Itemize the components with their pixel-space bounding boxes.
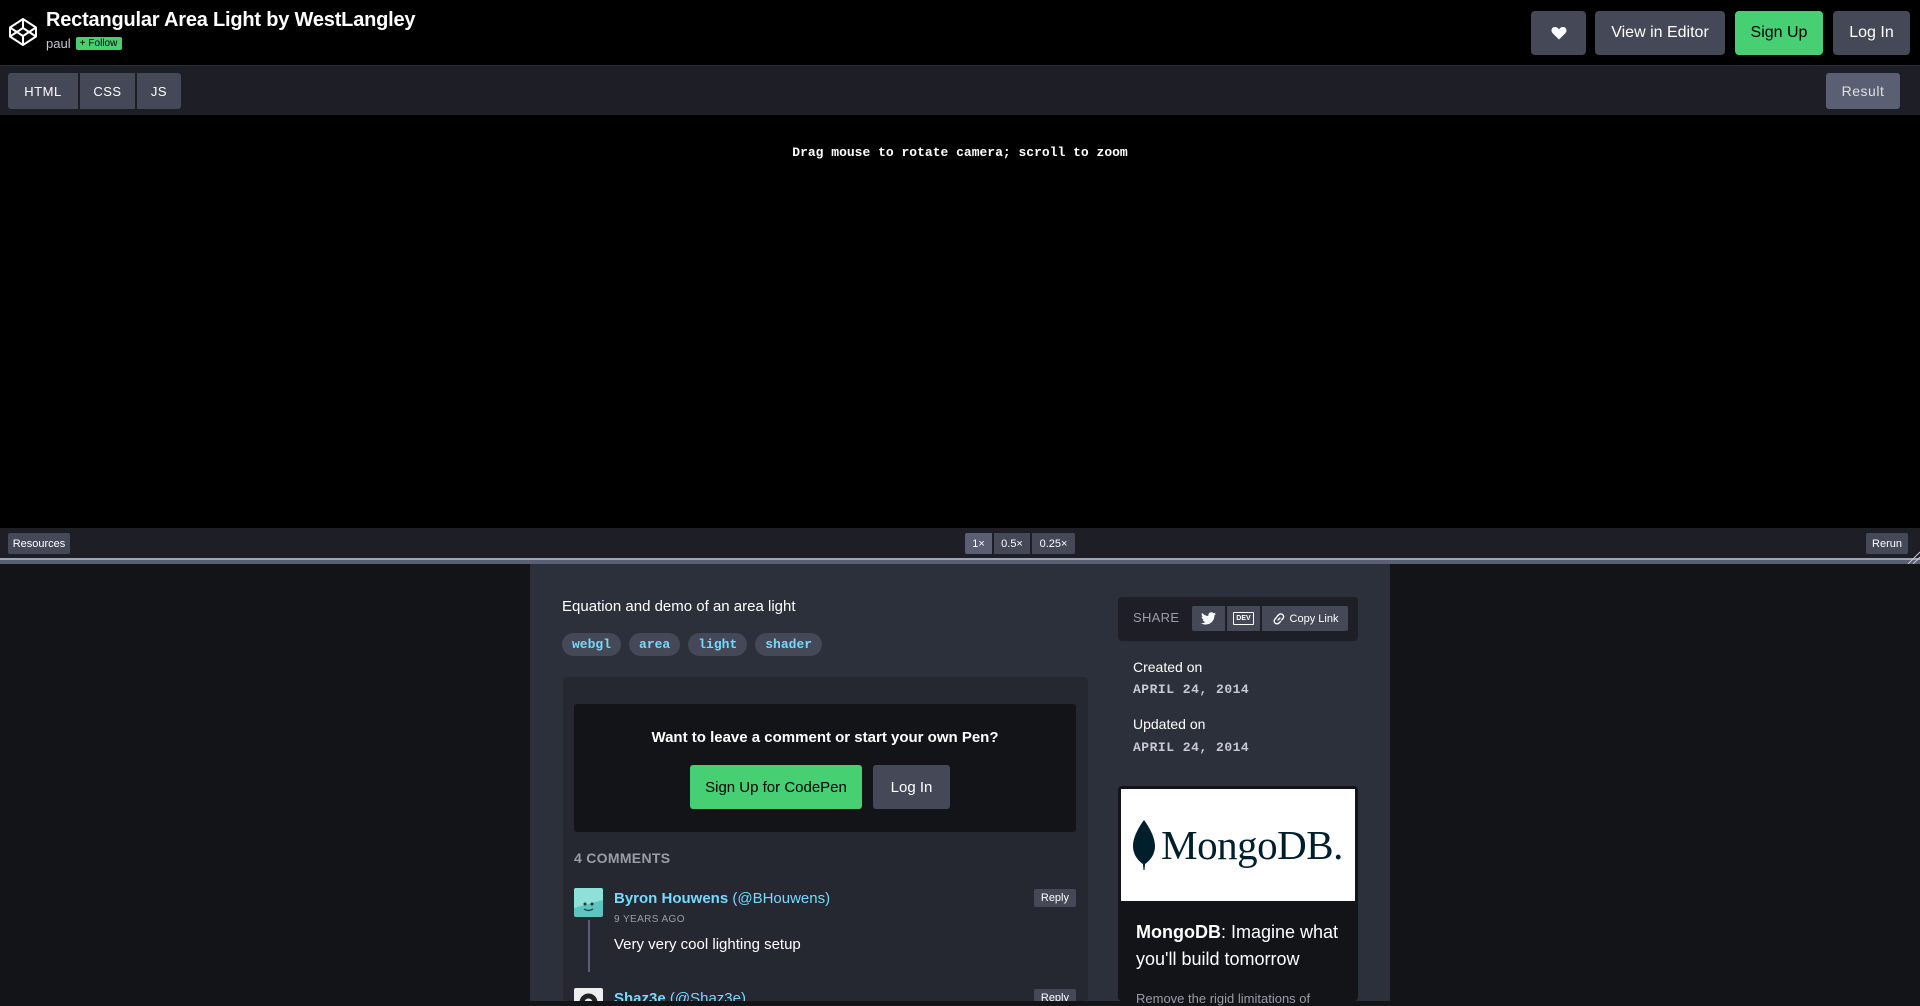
ad-image: MongoDB. [1121, 789, 1355, 901]
tab-result[interactable]: Result [1826, 73, 1900, 109]
comment-author-handle: (@Shaz3e) [669, 990, 746, 1001]
tab-js[interactable]: JS [137, 73, 181, 109]
created-label: Created on [1133, 659, 1203, 675]
reply-button[interactable]: Reply [1033, 889, 1076, 907]
copy-link-label: Copy Link [1289, 612, 1339, 625]
sign-up-button[interactable]: Sign Up [1735, 11, 1823, 55]
mongodb-leaf-icon [1133, 820, 1156, 870]
tag-webgl[interactable]: webgl [562, 633, 622, 656]
ad-title: MongoDB: Imagine what you'll build tomor… [1136, 919, 1346, 973]
created-date: APRIL 24, 2014 [1133, 682, 1250, 697]
follow-label: Follow [88, 38, 118, 49]
zoom-0-25x-button[interactable]: 0.25× [1032, 533, 1075, 554]
comment-item: Shaz3e (@Shaz3e) Reply [574, 988, 1076, 1001]
avatar[interactable] [574, 988, 603, 1001]
reply-button[interactable]: Reply [1033, 989, 1076, 1001]
zoom-0-5x-button[interactable]: 0.5× [994, 533, 1030, 554]
log-in-button[interactable]: Log In [1833, 11, 1910, 55]
comment-item: Byron Houwens (@BHouwens) 9 YEARS AGO Re… [574, 888, 1076, 978]
tag-light[interactable]: light [688, 633, 748, 656]
cta-sign-up-button[interactable]: Sign Up for CodePen [690, 765, 862, 809]
zoom-1x-button[interactable]: 1× [965, 533, 992, 554]
tab-html[interactable]: HTML [8, 73, 78, 109]
share-bar: SHARE DEV Copy Link [1118, 597, 1358, 641]
comment-author-name: Byron Houwens [614, 890, 729, 907]
cta-log-in-button[interactable]: Log In [873, 765, 950, 809]
ad-brand: MongoDB. [1161, 822, 1343, 868]
resize-handle-icon[interactable] [1904, 548, 1920, 564]
sponsor-ad[interactable]: MongoDB. MongoDB: Imagine what you'll bu… [1118, 786, 1358, 1006]
follow-button[interactable]: + Follow [75, 37, 123, 50]
comment-author-handle: (@BHouwens) [732, 890, 831, 907]
comment-author-name: Shaz3e [614, 990, 666, 1001]
dev-share-button[interactable]: DEV [1227, 606, 1260, 631]
result-preview[interactable]: Drag mouse to rotate camera; scroll to z… [0, 115, 1920, 528]
heart-icon [1550, 27, 1567, 40]
view-in-editor-button[interactable]: View in Editor [1595, 11, 1725, 55]
dev-icon: DEV [1233, 612, 1254, 625]
tab-css[interactable]: CSS [80, 73, 135, 109]
updated-date: APRIL 24, 2014 [1133, 740, 1250, 755]
tag-shader[interactable]: shader [755, 633, 823, 656]
tag-list: webgl area light shader [562, 633, 823, 656]
plus-icon: + [79, 38, 86, 49]
resources-button[interactable]: Resources [8, 533, 70, 554]
copy-link-button[interactable]: Copy Link [1262, 606, 1348, 631]
avatar[interactable] [574, 888, 603, 917]
pen-title: Rectangular Area Light by WestLangley [46, 9, 416, 31]
link-icon [1273, 612, 1284, 625]
comment-timestamp: 9 YEARS AGO [614, 914, 685, 925]
header: Rectangular Area Light by WestLangley pa… [0, 0, 1920, 65]
twitter-icon [1201, 612, 1216, 625]
share-label: SHARE [1133, 610, 1180, 625]
pen-title-block: Rectangular Area Light by WestLangley pa… [46, 9, 416, 51]
codepen-logo-icon[interactable] [7, 16, 39, 48]
pen-description: Equation and demo of an area light [562, 598, 796, 615]
cta-title: Want to leave a comment or start your ow… [651, 729, 999, 746]
comment-text: Very very cool lighting setup [614, 936, 801, 953]
comments-count: 4 COMMENTS [574, 850, 671, 866]
heart-button[interactable] [1531, 11, 1586, 55]
author-link[interactable]: paul [46, 36, 71, 51]
tag-area[interactable]: area [629, 633, 681, 656]
thread-line [588, 920, 590, 972]
editor-tab-bar: HTML CSS JS Result [0, 65, 1920, 115]
author-line: paul + Follow [46, 36, 415, 51]
result-info-text: Drag mouse to rotate camera; scroll to z… [792, 145, 1128, 160]
result-bottom-bar: Resources 1× 0.5× 0.25× Rerun [0, 528, 1920, 558]
twitter-share-button[interactable] [1192, 606, 1225, 631]
comment-author[interactable]: Byron Houwens (@BHouwens) [614, 890, 830, 907]
comment-author[interactable]: Shaz3e (@Shaz3e) [614, 990, 746, 1001]
ad-body: Remove the rigid limitations of [1136, 991, 1311, 1006]
signup-cta: Want to leave a comment or start your ow… [574, 704, 1076, 832]
rerun-button[interactable]: Rerun [1866, 533, 1908, 554]
ad-title-brand: MongoDB [1136, 922, 1221, 942]
updated-label: Updated on [1133, 716, 1206, 732]
